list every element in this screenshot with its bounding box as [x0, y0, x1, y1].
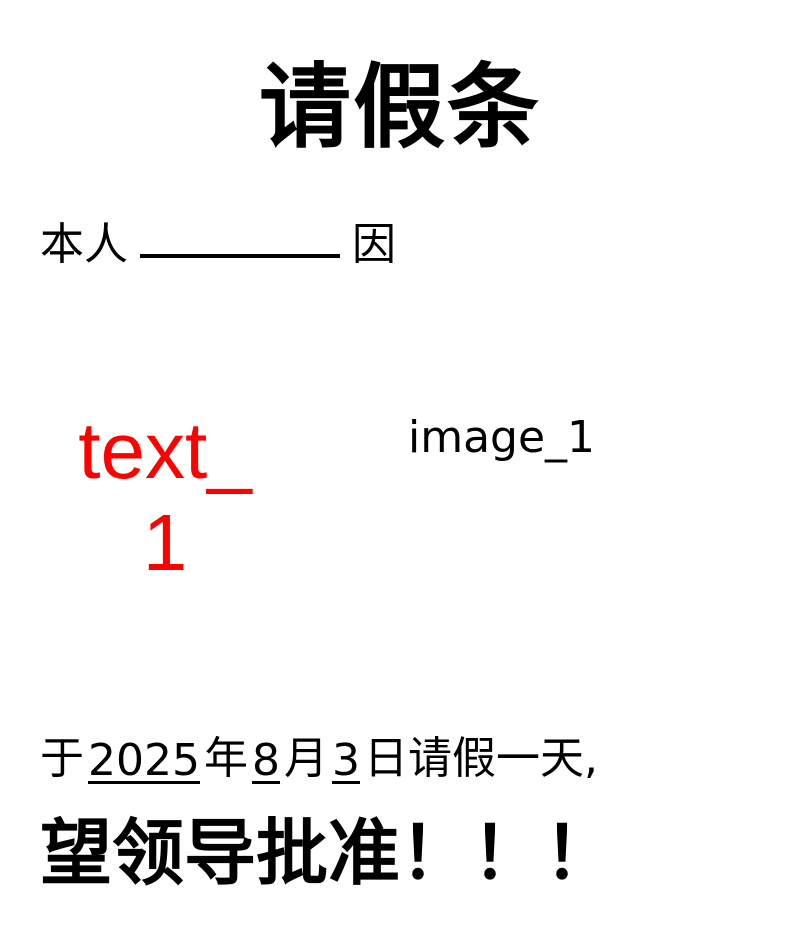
date-prefix: 于 [40, 733, 84, 784]
day-value: 3 [331, 735, 360, 786]
name-line: 本人 因 [40, 210, 396, 270]
day-suffix: 日请假一天, [363, 733, 598, 784]
closing-request: 望领导批准！！！ [40, 811, 617, 895]
intro-prefix: 本人 [40, 219, 128, 270]
month-value: 8 [251, 735, 280, 786]
reason-text: text_1 [78, 406, 252, 587]
document-title: 请假条 [258, 54, 541, 161]
intro-suffix: 因 [352, 219, 396, 270]
year-unit: 年 [203, 733, 248, 784]
date-line: 于 2025 年 8 月 3 日请假一天, [40, 722, 598, 786]
year-value: 2025 [88, 735, 200, 786]
name-blank-line [140, 254, 340, 258]
month-unit: 月 [283, 733, 328, 784]
image-placeholder: image_1 [408, 412, 596, 463]
